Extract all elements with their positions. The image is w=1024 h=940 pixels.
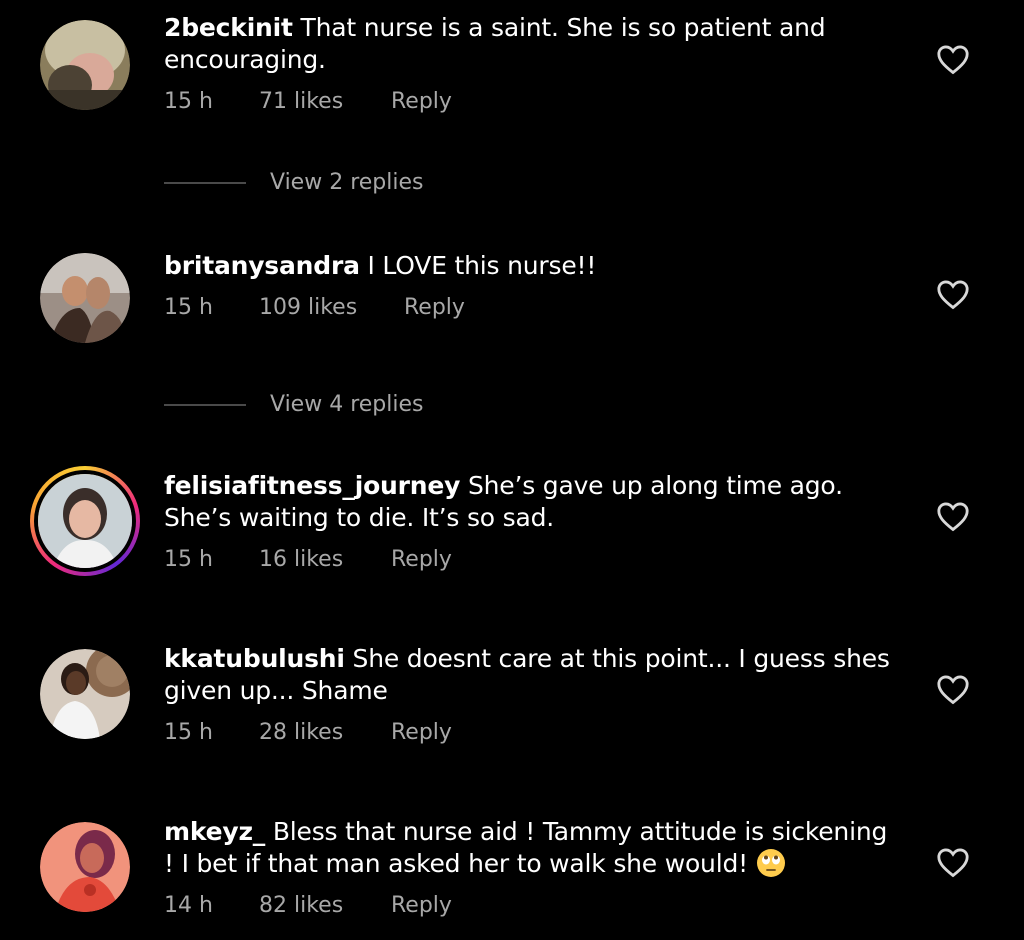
reply-button[interactable]: Reply [391,893,452,918]
heart-icon[interactable] [936,43,970,75]
view-replies-label[interactable]: View 4 replies [270,392,423,417]
avatar[interactable] [40,649,130,739]
timestamp: 14 h [164,893,213,918]
reply-button[interactable]: Reply [391,720,452,745]
likes-count[interactable]: 82 likes [259,893,391,918]
heart-icon[interactable] [936,500,970,532]
timestamp: 15 h [164,547,213,572]
reply-button[interactable]: Reply [391,547,452,572]
heart-icon[interactable] [936,278,970,310]
avatar[interactable] [40,20,130,110]
username[interactable]: kkatubulushi [164,644,345,673]
reply-button[interactable]: Reply [404,295,465,320]
heart-icon[interactable] [936,673,970,705]
likes-count[interactable]: 16 likes [259,547,391,572]
reply-button[interactable]: Reply [391,89,452,114]
replies-divider [164,181,246,184]
avatar[interactable] [40,253,130,343]
username[interactable]: 2beckinit [164,13,293,42]
avatar-story-ring[interactable] [30,466,140,576]
username[interactable]: felisiafitness_journey [164,471,460,500]
avatar[interactable] [40,822,130,912]
replies-divider [164,403,246,406]
timestamp: 15 h [164,89,213,114]
view-replies-button[interactable]: View 2 replies [164,170,423,195]
timestamp: 15 h [164,295,213,320]
view-replies-button[interactable]: View 4 replies [164,392,423,417]
face-with-rolling-eyes-icon [756,849,785,877]
heart-icon[interactable] [936,846,970,878]
likes-count[interactable]: 71 likes [259,89,391,114]
likes-count[interactable]: 109 likes [259,295,404,320]
view-replies-label[interactable]: View 2 replies [270,170,423,195]
likes-count[interactable]: 28 likes [259,720,391,745]
timestamp: 15 h [164,720,213,745]
comment-text: I LOVE this nurse!! [367,251,597,280]
username[interactable]: britanysandra [164,251,360,280]
username[interactable]: mkeyz_ [164,817,265,846]
